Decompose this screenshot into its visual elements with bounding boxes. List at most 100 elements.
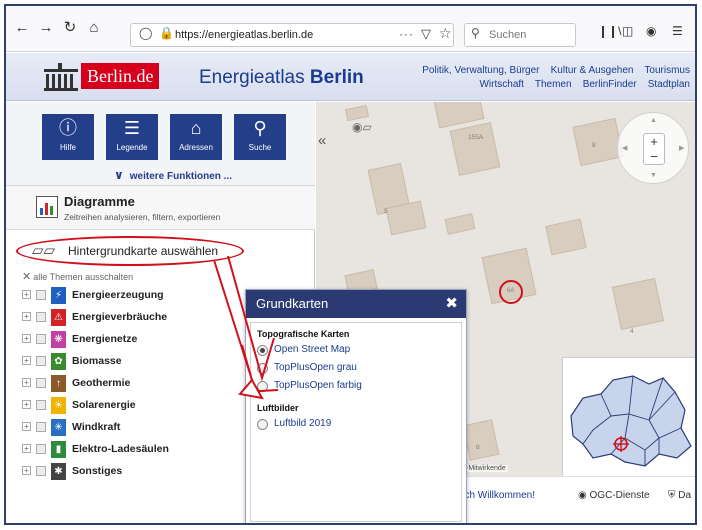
option-label: Open Street Map xyxy=(274,344,351,355)
account-icon[interactable]: ◉ xyxy=(646,24,656,38)
zoom-in-icon[interactable]: + xyxy=(644,134,664,149)
expand-icon[interactable]: + xyxy=(22,356,31,365)
map-tools-icon[interactable]: ◉▱ xyxy=(352,120,372,134)
theme-label: Energieverbräuche xyxy=(72,311,168,323)
expand-icon[interactable]: + xyxy=(22,400,31,409)
radio[interactable] xyxy=(257,419,268,430)
theme-item[interactable]: + ❋ Energienetze xyxy=(22,330,222,350)
link-politik[interactable]: Politik, Verwaltung, Bürger xyxy=(422,65,539,76)
dialog-header: Grundkarten ✖ xyxy=(246,290,466,318)
theme-item[interactable]: + ⚡ Energieerzeugung xyxy=(22,286,222,306)
page-actions-icon[interactable]: ··· xyxy=(399,27,414,41)
lock-icon[interactable]: 🔒 xyxy=(159,26,174,40)
pan-left-icon[interactable]: ◀ xyxy=(622,144,627,152)
pan-right-icon[interactable]: ▶ xyxy=(679,144,684,152)
reload-icon[interactable]: ↻ xyxy=(60,18,80,38)
ogc-label: OGC-Dienste xyxy=(589,490,650,501)
theme-item[interactable]: + ✳ Windkraft xyxy=(22,418,222,438)
expand-icon[interactable]: + xyxy=(22,290,31,299)
link-berlinfinder[interactable]: BerlinFinder xyxy=(583,79,637,90)
pan-up-icon[interactable]: ▲ xyxy=(650,117,657,124)
address-label: Adressen xyxy=(179,143,213,152)
expand-icon[interactable]: + xyxy=(22,334,31,343)
collapse-sidebar-icon[interactable]: « xyxy=(318,132,326,149)
all-themes-off[interactable]: ✕ alle Themen ausschalten xyxy=(22,270,133,283)
menu-icon[interactable]: ☰ xyxy=(672,24,683,38)
search-button[interactable]: ⚲ Suche xyxy=(234,114,286,160)
map-attribution[interactable]: -Mitwirkende xyxy=(464,465,508,472)
site-title[interactable]: Energieatlas Berlin xyxy=(199,67,364,89)
expand-icon[interactable]: + xyxy=(22,444,31,453)
theme-item[interactable]: + ✿ Biomasse xyxy=(22,352,222,372)
forward-arrow-icon[interactable]: → xyxy=(36,18,56,38)
link-themen[interactable]: Themen xyxy=(535,79,572,90)
more-functions-toggle[interactable]: ∨ weitere Funktionen ... xyxy=(114,168,232,182)
home-icon[interactable]: ⌂ xyxy=(84,18,104,38)
theme-checkbox[interactable] xyxy=(36,334,46,344)
privacy-link[interactable]: ⛨ Da xyxy=(668,490,691,501)
theme-item[interactable]: + ⚠ Energieverbräuche xyxy=(22,308,222,328)
close-icon[interactable]: ✖ xyxy=(445,294,458,312)
background-map-selector[interactable]: ▱▱ Hintergrundkarte auswählen xyxy=(16,236,244,266)
url-text[interactable]: https://energieatlas.berlin.de xyxy=(175,29,313,41)
radio[interactable] xyxy=(257,363,268,374)
link-wirtschaft[interactable]: Wirtschaft xyxy=(479,79,523,90)
url-bar[interactable]: ◯ 🔒 https://energieatlas.berlin.de ··· ▽… xyxy=(130,23,454,47)
toolbar-tiles: ⓘ Hilfe ☰ Legende ⌂ Adressen ⚲ Suche ∨ we… xyxy=(6,102,315,186)
option-label: TopPlusOpen farbig xyxy=(274,380,362,391)
theme-checkbox[interactable] xyxy=(36,312,46,322)
shield-icon: ⛨ xyxy=(668,490,676,501)
ogc-services-link[interactable]: ◉ OGC-Dienste xyxy=(578,490,650,501)
berlin-building-logo-icon[interactable] xyxy=(44,63,78,91)
house-number: 4 xyxy=(630,328,634,335)
back-arrow-icon[interactable]: ← xyxy=(12,18,32,38)
expand-icon[interactable]: + xyxy=(22,466,31,475)
zoom-out-icon[interactable]: − xyxy=(644,149,664,164)
expand-icon[interactable]: + xyxy=(22,312,31,321)
bookmark-star-icon[interactable]: ☆ xyxy=(439,25,452,42)
theme-checkbox[interactable] xyxy=(36,422,46,432)
radio-selected[interactable] xyxy=(257,345,268,356)
welcome-link[interactable]: lich Willkommen! xyxy=(460,490,535,501)
theme-label: Windkraft xyxy=(72,421,121,433)
group-aerial: Luftbilder xyxy=(257,403,299,413)
map-navigation-control[interactable]: ▲ ▼ ◀ ▶ + − xyxy=(617,112,689,184)
geothermal-icon: ↑ xyxy=(51,375,66,392)
link-stadtplan[interactable]: Stadtplan xyxy=(648,79,690,90)
address-button[interactable]: ⌂ Adressen xyxy=(170,114,222,160)
expand-icon[interactable]: + xyxy=(22,378,31,387)
theme-checkbox[interactable] xyxy=(36,378,46,388)
radio[interactable] xyxy=(257,381,268,392)
theme-checkbox[interactable] xyxy=(36,290,46,300)
theme-item[interactable]: + ↑ Geothermie xyxy=(22,374,222,394)
all-themes-off-label: alle Themen ausschalten xyxy=(33,272,134,282)
browser-search-input[interactable]: ⚲ Suchen xyxy=(464,23,576,47)
theme-checkbox[interactable] xyxy=(36,356,46,366)
pocket-icon[interactable]: ▽ xyxy=(421,26,431,42)
map-building xyxy=(344,104,370,122)
shield-icon[interactable]: ◯ xyxy=(139,26,152,40)
link-kultur[interactable]: Kultur & Ausgehen xyxy=(551,65,634,76)
diagramme-panel[interactable]: Diagramme Zeitreihen analysieren, filter… xyxy=(6,186,315,230)
lightning-icon: ⚡ xyxy=(51,287,66,304)
theme-checkbox[interactable] xyxy=(36,466,46,476)
sidebar-toggle-icon[interactable]: ◫ xyxy=(622,24,633,38)
group-topographic: Topografische Karten xyxy=(257,329,350,339)
legend-button[interactable]: ☰ Legende xyxy=(106,114,158,160)
theme-item[interactable]: + ✱ Sonstiges xyxy=(22,462,222,482)
berlin-de-logo[interactable]: Berlin.de xyxy=(81,63,160,89)
pan-down-icon[interactable]: ▼ xyxy=(650,172,657,179)
expand-icon[interactable]: + xyxy=(22,422,31,431)
theme-item[interactable]: + ☀ Solarenergie xyxy=(22,396,222,416)
theme-item[interactable]: + ▮ Elektro-Ladesäulen xyxy=(22,440,222,460)
map-building xyxy=(449,122,501,176)
help-button[interactable]: ⓘ Hilfe xyxy=(42,114,94,160)
overview-map[interactable] xyxy=(562,357,695,477)
help-label: Hilfe xyxy=(59,143,76,152)
screenshot-frame: ← → ↻ ⌂ ◯ 🔒 https://energieatlas.berlin.… xyxy=(4,4,697,525)
link-tourismus[interactable]: Tourismus xyxy=(644,65,690,76)
library-icon[interactable]: ❙❙\ xyxy=(598,24,621,38)
theme-checkbox[interactable] xyxy=(36,400,46,410)
zoom-control[interactable]: + − xyxy=(643,133,665,165)
theme-checkbox[interactable] xyxy=(36,444,46,454)
